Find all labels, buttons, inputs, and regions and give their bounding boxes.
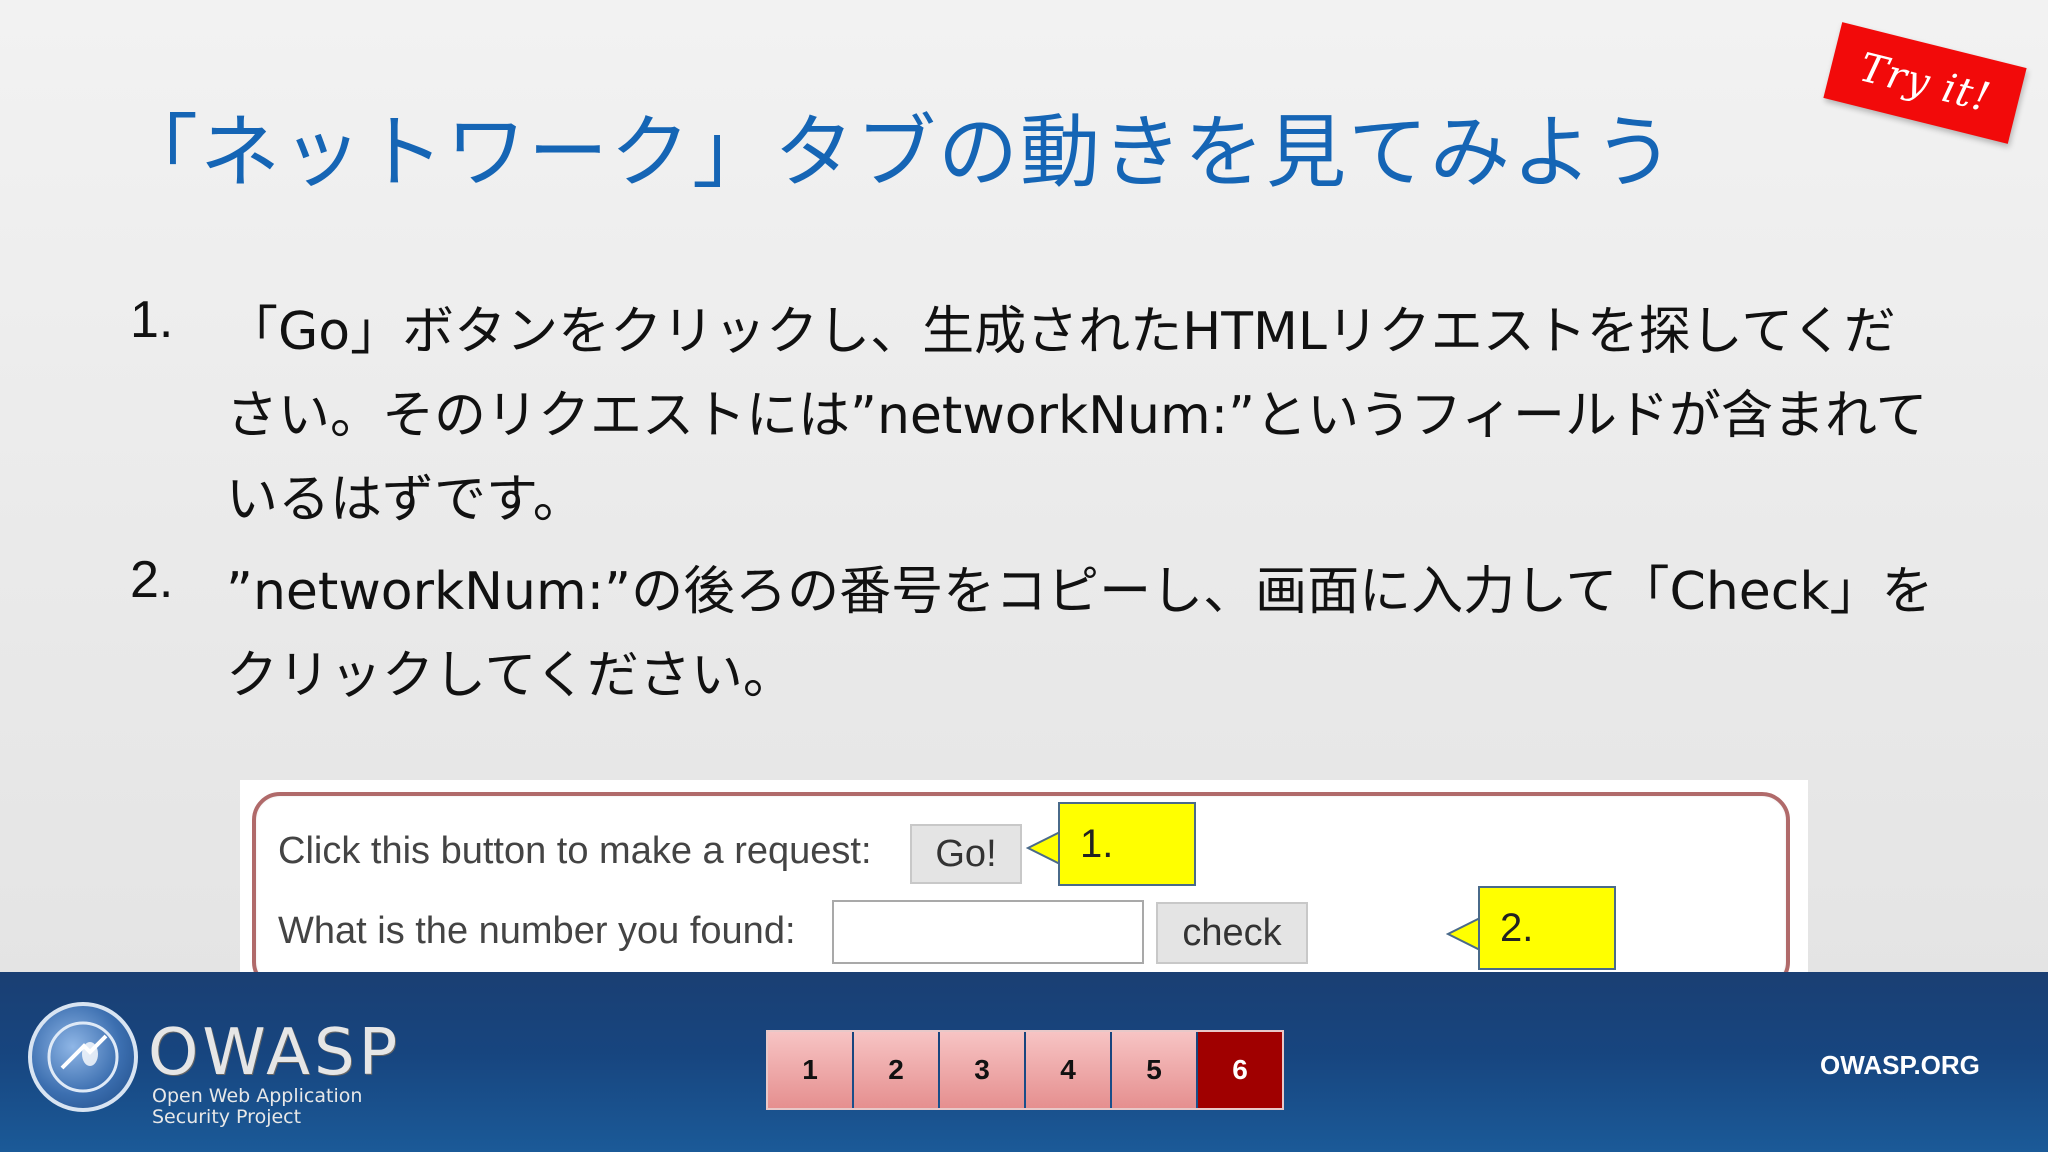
exercise-screenshot: Click this button to make a request: Go!… bbox=[240, 780, 1808, 1000]
number-label: What is the number you found: bbox=[278, 910, 796, 952]
number-input[interactable] bbox=[832, 900, 1144, 964]
tagline-line-2: Security Project bbox=[152, 1106, 302, 1128]
owasp-site-link[interactable]: OWASP.ORG bbox=[1820, 1050, 1980, 1081]
page-button-2[interactable]: 2 bbox=[854, 1032, 938, 1108]
wasp-icon bbox=[47, 1021, 119, 1093]
slide-pager: 1 2 3 4 5 6 bbox=[766, 1030, 1284, 1110]
try-it-label: Try it! bbox=[1854, 44, 1996, 122]
list-item: 2. ”networkNum:”の後ろの番号をコピーし、画面に入力して「Chec… bbox=[130, 550, 1933, 718]
slide: 「ネットワーク」タブの動きを見てみよう Try it! 1. 「Go」ボタンをク… bbox=[0, 0, 2048, 1152]
page-button-1[interactable]: 1 bbox=[768, 1032, 852, 1108]
owasp-tagline: Open Web Application Security Project bbox=[152, 1086, 362, 1128]
callout-step-2: 2. bbox=[1478, 886, 1616, 970]
callout-pointer bbox=[1026, 830, 1060, 866]
instruction-list: 1. 「Go」ボタンをクリックし、生成されたHTMLリクエストを探してください。… bbox=[130, 290, 1933, 726]
request-label: Click this button to make a request: bbox=[278, 830, 872, 872]
go-button[interactable]: Go! bbox=[910, 824, 1022, 884]
check-button[interactable]: check bbox=[1156, 902, 1308, 964]
callout-step-1: 1. bbox=[1058, 802, 1196, 886]
step-number: 1. bbox=[130, 291, 174, 349]
slide-title: 「ネットワーク」タブの動きを見てみよう bbox=[118, 106, 1676, 199]
page-button-3[interactable]: 3 bbox=[940, 1032, 1024, 1108]
owasp-wordmark: OWASP bbox=[148, 1016, 402, 1090]
step-number: 2. bbox=[130, 551, 174, 609]
step-text: 「Go」ボタンをクリックし、生成されたHTMLリクエストを探してください。そのリ… bbox=[226, 302, 1928, 530]
page-button-5[interactable]: 5 bbox=[1112, 1032, 1196, 1108]
page-button-4[interactable]: 4 bbox=[1026, 1032, 1110, 1108]
owasp-wasp-logo-icon bbox=[28, 1002, 138, 1112]
callout-pointer bbox=[1446, 916, 1480, 952]
try-it-banner: Try it! bbox=[1823, 22, 2027, 144]
tagline-line-1: Open Web Application bbox=[152, 1085, 363, 1107]
step-text: ”networkNum:”の後ろの番号をコピーし、画面に入力して「Check」を… bbox=[226, 562, 1934, 706]
list-item: 1. 「Go」ボタンをクリックし、生成されたHTMLリクエストを探してください。… bbox=[130, 290, 1930, 542]
page-button-6-current[interactable]: 6 bbox=[1198, 1032, 1282, 1108]
